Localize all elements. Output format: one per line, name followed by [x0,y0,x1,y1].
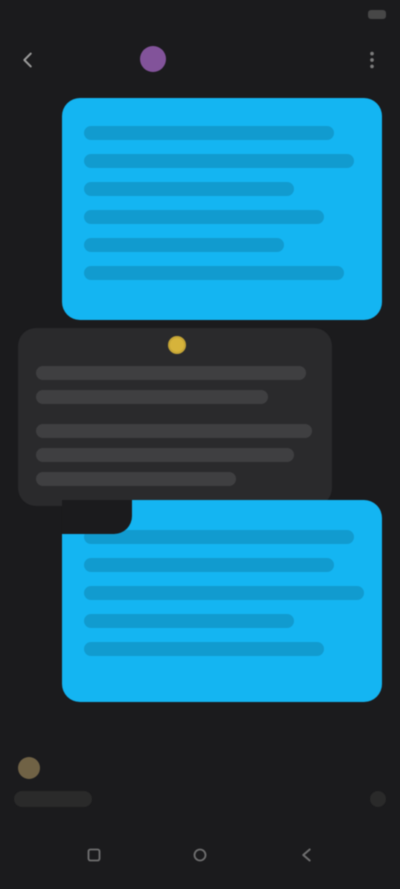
battery-indicator-icon [368,9,386,19]
avatar [140,46,166,72]
send-button[interactable] [370,791,386,807]
message-line [84,210,324,224]
message-list[interactable] [0,92,400,752]
message-line [36,424,312,438]
nav-back-button[interactable] [292,841,320,869]
message-line [84,558,334,572]
more-options-button[interactable] [358,46,386,74]
message-line [84,154,354,168]
message-line [84,126,334,140]
message-outgoing-1[interactable] [62,98,382,320]
home-icon [193,848,207,861]
message-line [84,238,284,252]
composer-attachment-button[interactable] [14,791,92,807]
message-line [84,266,344,280]
message-composer [0,742,400,812]
status-indicators [360,9,386,19]
back-icon [302,847,311,862]
emoji-icon [168,336,186,354]
message-outgoing-2-notch [62,500,132,534]
message-incoming-1[interactable] [18,328,332,506]
message-line [36,448,294,462]
more-options-icon [370,51,374,69]
composer-actions [14,787,386,811]
recent-apps-icon [87,848,101,861]
status-bar [0,0,400,28]
message-line [36,366,306,380]
message-line [84,530,354,544]
chat-title[interactable] [140,46,176,72]
message-line [36,390,268,404]
home-button[interactable] [186,841,214,869]
emoji-picker-icon[interactable] [18,757,40,779]
chat-header [0,28,400,92]
chat-screen [0,0,400,889]
recent-apps-button[interactable] [80,841,108,869]
message-line [84,586,364,600]
composer-input-row [18,754,382,782]
message-line [84,642,324,656]
back-arrow-icon [23,52,32,68]
system-navigation-bar [0,820,400,889]
message-line [36,472,236,486]
back-button[interactable] [14,46,42,74]
message-line [84,614,294,628]
message-line [84,182,294,196]
